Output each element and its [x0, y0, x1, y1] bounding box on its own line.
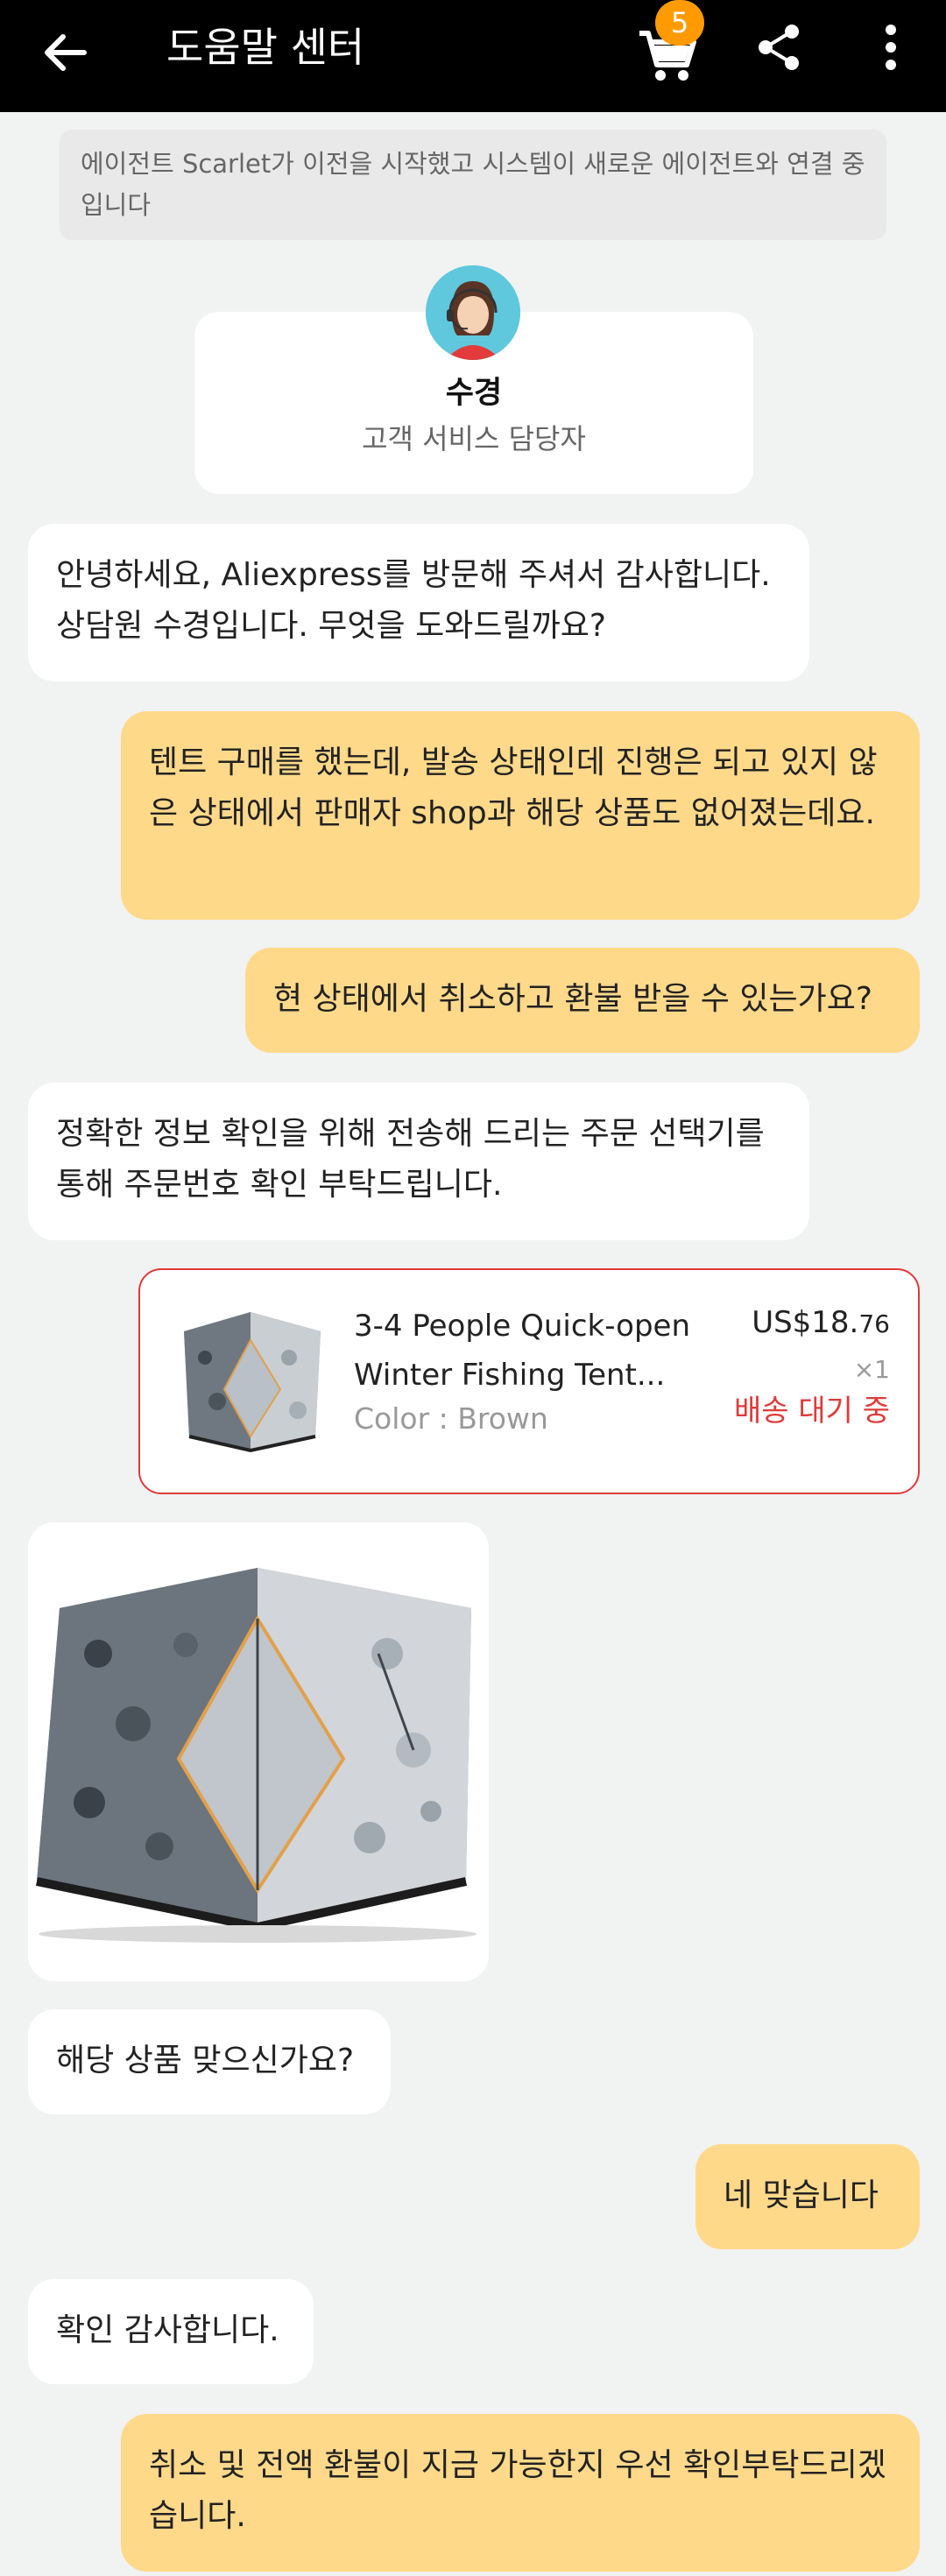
order-price: US$18.76 — [752, 1303, 890, 1344]
agent-avatar — [426, 265, 520, 360]
user-message: 텐트 구매를 했는데, 발송 상태인데 진행은 되고 있지 않은 상태에서 판매… — [121, 711, 920, 920]
order-status: 배송 대기 중 — [733, 1394, 890, 1429]
order-price-main: US$18. — [752, 1305, 859, 1340]
order-product-color: Color : Brown — [354, 1401, 548, 1436]
agent-name: 수경 — [445, 376, 503, 411]
share-icon[interactable] — [752, 19, 808, 75]
page-title: 도움말 센터 — [166, 24, 365, 71]
tent-thumbnail — [166, 1305, 335, 1456]
agent-avatar-icon — [426, 265, 520, 360]
system-notice: 에이전트 Scarlet가 이전을 시작했고 시스템이 새로운 에이전트와 연결… — [60, 130, 886, 240]
agent-message: 확인 감사합니다. — [28, 2279, 314, 2384]
cart-count-badge: 5 — [655, 0, 704, 46]
agent-message: 안녕하세요, Aliexpress를 방문해 주셔서 감사합니다. 상담원 수경… — [28, 524, 809, 681]
agent-message: 해당 상품 맞으신가요? — [28, 2009, 391, 2114]
product-image-message[interactable] — [28, 1522, 489, 1981]
order-card[interactable]: 3-4 People Quick-open Winter Fishing Ten… — [138, 1268, 920, 1494]
user-message: 현 상태에서 취소하고 환불 받을 수 있는가요? — [245, 948, 920, 1053]
agent-role: 고객 서비스 담당자 — [362, 422, 586, 455]
back-arrow-icon[interactable] — [37, 25, 93, 81]
user-message: 취소 및 전액 환불이 지금 가능한지 우선 확인부탁드리겠습니다. — [121, 2414, 920, 2572]
tent-product-image — [28, 1522, 489, 1981]
agent-message: 정확한 정보 확인을 위해 전송해 드리는 주문 선택기를 통해 주문번호 확인… — [28, 1083, 809, 1240]
order-price-cents: 76 — [858, 1309, 890, 1338]
top-app-bar: 도움말 센터 5 — [0, 0, 946, 112]
order-quantity: ×1 — [853, 1355, 890, 1384]
order-product-title: 3-4 People Quick-open Winter Fishing Ten… — [354, 1309, 690, 1393]
more-options-icon[interactable] — [863, 19, 919, 75]
user-message: 네 맞습니다 — [695, 2144, 920, 2249]
